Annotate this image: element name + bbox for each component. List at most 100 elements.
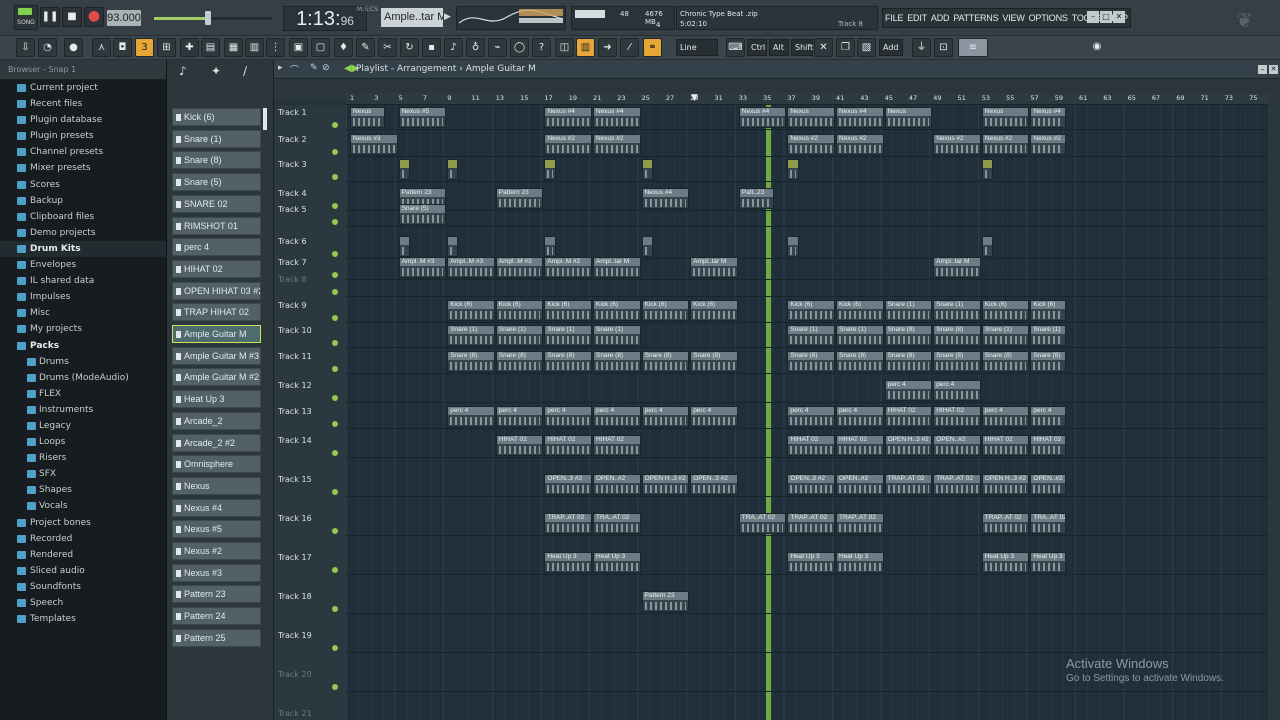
playlist-clip[interactable]: Ampl..M #3 <box>495 257 544 278</box>
playlist-clip[interactable]: Snare (1) <box>544 325 592 346</box>
snap-select[interactable]: Line <box>676 39 718 56</box>
language-flag-icon[interactable]: ≡ <box>958 38 988 57</box>
playlist-clip[interactable]: Snare (1) <box>981 325 1030 346</box>
browser-item[interactable]: Misc <box>0 305 166 321</box>
picker-clip[interactable]: Ample Guitar M #2 <box>172 368 261 387</box>
browser-item[interactable]: Risers <box>0 450 166 466</box>
playlist-clip[interactable]: TRA..AT 02 <box>738 513 787 534</box>
browser-item[interactable]: Mixer presets <box>0 160 166 176</box>
playlist-clip[interactable]: perc 4 <box>641 406 690 427</box>
playlist-clip[interactable]: perc 4 <box>836 406 884 427</box>
help-icon[interactable]: ? <box>532 38 551 57</box>
browser-item[interactable]: Impulses <box>0 289 166 305</box>
playlist-clip[interactable]: Nexus <box>350 107 386 128</box>
playlist-clip[interactable]: TRAP..AT 02 <box>787 513 835 534</box>
picker-clip[interactable]: Pattern 24 <box>172 607 261 626</box>
playlist-clip[interactable]: Snare (8) <box>495 351 544 372</box>
playlist-clip[interactable]: Nexus #2 <box>981 134 1030 155</box>
picker-clip[interactable]: Arcade_2 <box>172 411 261 430</box>
playlist-clip[interactable]: Ampl..M #3 <box>398 257 447 278</box>
playlist-clip[interactable]: Nexus #2 <box>593 134 641 155</box>
playlist-clip[interactable]: Snare (8) <box>933 325 981 346</box>
playlist-clip[interactable]: HIHAT 02 <box>1030 435 1066 456</box>
menu-view[interactable]: VIEW <box>1000 9 1026 27</box>
playlist-clip[interactable]: Snare (8) <box>836 351 884 372</box>
playlist-clip[interactable]: Nexus <box>787 107 835 128</box>
track-mute-led[interactable] <box>332 567 338 573</box>
copy-icon[interactable]: ❐ <box>836 38 855 57</box>
playlist-clip[interactable]: Snare (8) <box>884 351 933 372</box>
playlist-clip[interactable]: Snare (5) <box>398 204 447 225</box>
playlist-clip[interactable]: perc 4 <box>495 406 544 427</box>
picker-clip[interactable]: Nexus #4 <box>172 498 261 517</box>
plugin-picker-icon[interactable]: ♦ <box>334 38 353 57</box>
playlist-clip[interactable]: Nexus #4 <box>593 107 641 128</box>
loop-record-icon[interactable]: ▤ <box>201 38 220 57</box>
microphone-icon[interactable]: ♁ <box>466 38 485 57</box>
track-name[interactable]: Track 3 <box>278 160 307 169</box>
browser-item[interactable]: Channel presets <box>0 144 166 160</box>
playlist-clip[interactable]: Snare (8) <box>447 351 495 372</box>
browser-item[interactable]: Project bones <box>0 515 166 531</box>
track-name[interactable]: Track 5 <box>278 205 307 214</box>
track-name[interactable]: Track 16 <box>278 514 312 523</box>
playlist-clip[interactable]: Nexus #3 <box>350 134 398 155</box>
pattern-picker-icon[interactable]: ♪ <box>179 64 187 78</box>
close-button[interactable]: ✕ <box>1113 11 1125 23</box>
picker-clip[interactable]: TRAP HIHAT 02 <box>172 303 261 322</box>
playlist-clip[interactable]: Kick (6) <box>981 300 1030 321</box>
playlist-clip[interactable]: TRAP..AT 02 <box>544 513 592 534</box>
track-name[interactable]: Track 4 <box>278 189 307 198</box>
track-mute-led[interactable] <box>332 489 338 495</box>
track-mute-led[interactable] <box>332 421 338 427</box>
track-name[interactable]: Track 11 <box>278 352 312 361</box>
browser-item[interactable]: Speech <box>0 595 166 611</box>
playlist-clip[interactable] <box>447 236 459 257</box>
picker-clip[interactable]: Omnisphere <box>172 455 261 474</box>
playlist-clip[interactable]: perc 4 <box>787 406 835 427</box>
playlist-clip[interactable] <box>398 236 410 257</box>
picker-clip[interactable]: Heat Up 3 <box>172 390 261 409</box>
playlist-clip[interactable]: Kick (6) <box>495 300 544 321</box>
playlist-clip[interactable]: HIHAT 02 <box>787 435 835 456</box>
playlist-clip[interactable]: HIHAT 02 <box>981 435 1030 456</box>
playlist-clip[interactable]: Nexus #4 <box>1030 107 1066 128</box>
tempo-display[interactable]: 93.000 <box>107 10 141 26</box>
x-icon[interactable]: ✕ <box>814 38 833 57</box>
playlist-clip[interactable]: Snare (8) <box>641 351 690 372</box>
refresh-icon[interactable]: ↻ <box>400 38 419 57</box>
playlist-clip[interactable]: Kick (6) <box>544 300 592 321</box>
track-mute-led[interactable] <box>332 149 338 155</box>
blend-notes-icon[interactable]: ✚ <box>180 38 199 57</box>
browser-item[interactable]: Shapes <box>0 482 166 498</box>
chat-icon[interactable]: ◯ <box>510 38 529 57</box>
picker-clip[interactable]: Snare (1) <box>172 129 261 148</box>
track-mute-led[interactable] <box>332 395 338 401</box>
playlist-clip[interactable]: perc 4 <box>690 406 738 427</box>
picker-clip[interactable]: Arcade_2 #2 <box>172 433 261 452</box>
track-mute-led[interactable] <box>332 219 338 225</box>
menu-patterns[interactable]: PATTERNS <box>951 9 1000 27</box>
picker-clip[interactable]: Nexus #3 <box>172 563 261 582</box>
browser-item[interactable]: Demo projects <box>0 225 166 241</box>
step-edit-icon[interactable]: ⊞ <box>157 38 176 57</box>
browser-item[interactable]: Drums <box>0 354 166 370</box>
playlist-clip[interactable]: TRA..AT 02 <box>1030 513 1066 534</box>
browser-item[interactable]: My projects <box>0 321 166 337</box>
playlist-clip[interactable]: OPEN..#2 <box>1030 474 1066 495</box>
stop-button[interactable]: ■ <box>62 7 82 27</box>
track-mute-led[interactable] <box>332 606 338 612</box>
playlist-clip[interactable]: Nexus #4 <box>836 107 884 128</box>
browser-item[interactable]: Recorded <box>0 531 166 547</box>
picker-clip[interactable]: Kick (6) <box>172 108 261 126</box>
browser-item[interactable]: Plugin presets <box>0 128 166 144</box>
master-volume-slider[interactable] <box>154 11 272 25</box>
playlist-clip[interactable]: OPEN H..3 #2 <box>981 474 1030 495</box>
ctrl-key[interactable]: Ctrl <box>747 39 767 56</box>
playlist-clip[interactable]: Ampl..M #3 <box>447 257 495 278</box>
browser-item[interactable]: SFX <box>0 466 166 482</box>
plug-icon[interactable]: ⏚ <box>912 38 931 57</box>
playlist-clip[interactable]: Snare (1) <box>593 325 641 346</box>
magnet-icon[interactable]: ⌒ <box>290 63 299 76</box>
playlist-clip[interactable]: Snare (1) <box>1030 325 1066 346</box>
